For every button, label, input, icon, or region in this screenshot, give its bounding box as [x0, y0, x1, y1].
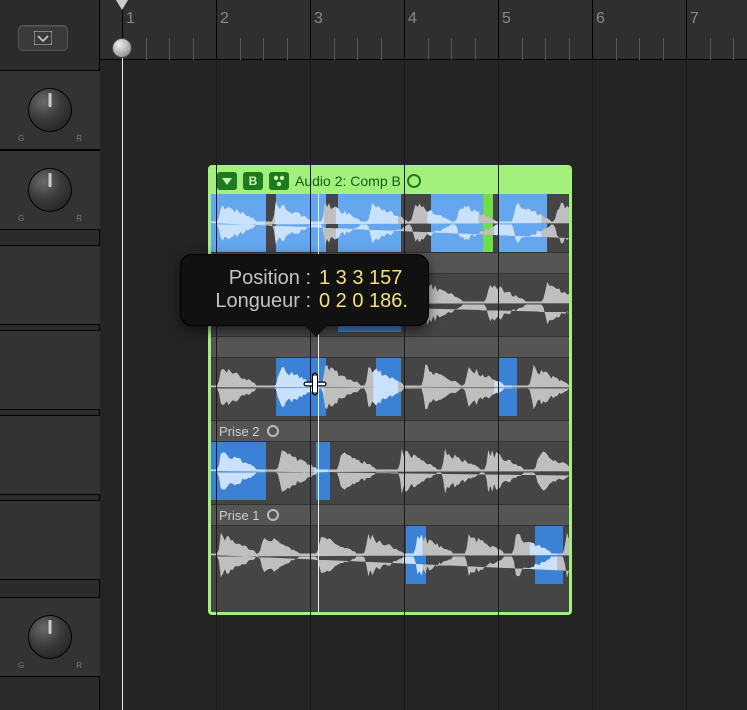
comp-menu-button[interactable]: [269, 172, 289, 190]
ruler-bar-number: 1: [126, 10, 135, 28]
ruler-bar-number: 2: [220, 10, 229, 28]
ruler-bar-line: [310, 0, 311, 60]
waveform: [211, 358, 569, 416]
ruler-beat-tick: [475, 38, 476, 60]
ruler-beat-tick: [733, 38, 734, 60]
tooltip-position-value: 1 3 3 157: [319, 267, 402, 290]
take-lane-header[interactable]: [211, 336, 569, 358]
loop-icon: [407, 174, 421, 188]
track-pan-knob-cell: GR: [0, 70, 100, 150]
take-lane[interactable]: Prise 2: [211, 420, 569, 504]
knob-left-label: G: [18, 134, 24, 143]
track-pan-knob-cell: GR: [0, 597, 100, 677]
ruler-beat-tick: [240, 38, 241, 60]
ruler-beat-tick: [146, 38, 147, 60]
info-tooltip: Position : 1 3 3 157 Longueur : 0 2 0 18…: [180, 254, 429, 326]
waveform: [211, 442, 569, 500]
waveform: [211, 526, 569, 584]
loop-icon: [267, 509, 279, 521]
ruler-beat-tick: [569, 38, 570, 60]
ruler-bar-line: [592, 0, 593, 60]
knob-left-label: G: [18, 214, 24, 223]
grid-line: [686, 60, 687, 710]
ruler-bar-number: 4: [408, 10, 417, 28]
ruler-beat-tick: [616, 38, 617, 60]
playhead-line[interactable]: [122, 58, 123, 710]
ruler-beat-tick: [263, 38, 264, 60]
take-waveform-row[interactable]: [211, 358, 569, 416]
take-waveform-row[interactable]: [211, 526, 569, 584]
knob-right-label: R: [76, 214, 82, 223]
grid-line: [216, 60, 217, 710]
tooltip-length-value: 0 2 0 186.: [319, 290, 408, 313]
ruler-beat-tick: [287, 38, 288, 60]
take-folder-region[interactable]: B Audio 2: Comp B Prise 4Prise 2Prise 1: [208, 165, 572, 615]
ruler-bar-number: 5: [502, 10, 511, 28]
ruler-beat-tick: [663, 38, 664, 60]
take-name: Prise 1: [219, 508, 259, 523]
ruler-bar-line: [216, 0, 217, 60]
knob-right-label: R: [76, 661, 82, 670]
ruler-bar-number: 7: [690, 10, 699, 28]
trim-cursor-icon: [303, 372, 327, 396]
loop-icon: [267, 425, 279, 437]
ruler-beat-tick: [193, 38, 194, 60]
ruler-bar-line: [498, 0, 499, 60]
take-lane-header[interactable]: Prise 2: [211, 420, 569, 442]
ruler-beat-tick: [381, 38, 382, 60]
ruler-beat-tick: [428, 38, 429, 60]
ruler-beat-tick: [451, 38, 452, 60]
view-menu-button[interactable]: [18, 25, 68, 51]
track-header-column: GRGRGR: [0, 0, 100, 710]
timeline-ruler[interactable]: 1 2 3 4 5 6 7: [100, 0, 747, 60]
ruler-beat-tick: [545, 38, 546, 60]
comp-lane[interactable]: [211, 194, 569, 252]
ruler-beat-tick: [710, 38, 711, 60]
pan-knob[interactable]: [28, 615, 72, 659]
track-header-cell[interactable]: [0, 245, 100, 325]
playhead-marker-icon[interactable]: [116, 0, 128, 10]
track-header-cell[interactable]: [0, 330, 100, 410]
take-folder-header[interactable]: B Audio 2: Comp B: [211, 168, 569, 194]
grid-line: [498, 60, 499, 710]
tracks-area[interactable]: B Audio 2: Comp B Prise 4Prise 2Prise 1 …: [100, 60, 747, 710]
track-header-cell[interactable]: [0, 500, 100, 580]
knob-right-label: R: [76, 134, 82, 143]
knob-left-label: G: [18, 661, 24, 670]
take-lane[interactable]: [211, 336, 569, 420]
track-pan-knob-cell: GR: [0, 150, 100, 230]
take-waveform-row[interactable]: [211, 442, 569, 500]
ruler-beat-tick: [334, 38, 335, 60]
grid-line: [404, 60, 405, 710]
quick-swipe-button[interactable]: B: [243, 172, 263, 190]
ruler-beat-tick: [639, 38, 640, 60]
disclosure-button[interactable]: [217, 172, 237, 190]
ruler-beat-tick: [169, 38, 170, 60]
tooltip-length-label: Longueur :: [201, 290, 311, 313]
ruler-bar-number: 6: [596, 10, 605, 28]
ruler-bar-number: 3: [314, 10, 323, 28]
playhead-handle[interactable]: [112, 38, 132, 58]
take-name: Prise 2: [219, 424, 259, 439]
take-lane-header[interactable]: Prise 1: [211, 504, 569, 526]
pan-knob[interactable]: [28, 168, 72, 212]
take-lane[interactable]: Prise 1: [211, 504, 569, 588]
grid-line: [592, 60, 593, 710]
track-header-cell[interactable]: [0, 415, 100, 495]
ruler-bar-line: [404, 0, 405, 60]
ruler-bar-line: [686, 0, 687, 60]
waveform: [211, 194, 569, 252]
ruler-beat-tick: [522, 38, 523, 60]
pan-knob[interactable]: [28, 88, 72, 132]
ruler-beat-tick: [357, 38, 358, 60]
comp-waveform-row: [211, 194, 569, 252]
chevron-down-box-icon: [34, 31, 52, 45]
tooltip-position-label: Position :: [201, 267, 311, 290]
